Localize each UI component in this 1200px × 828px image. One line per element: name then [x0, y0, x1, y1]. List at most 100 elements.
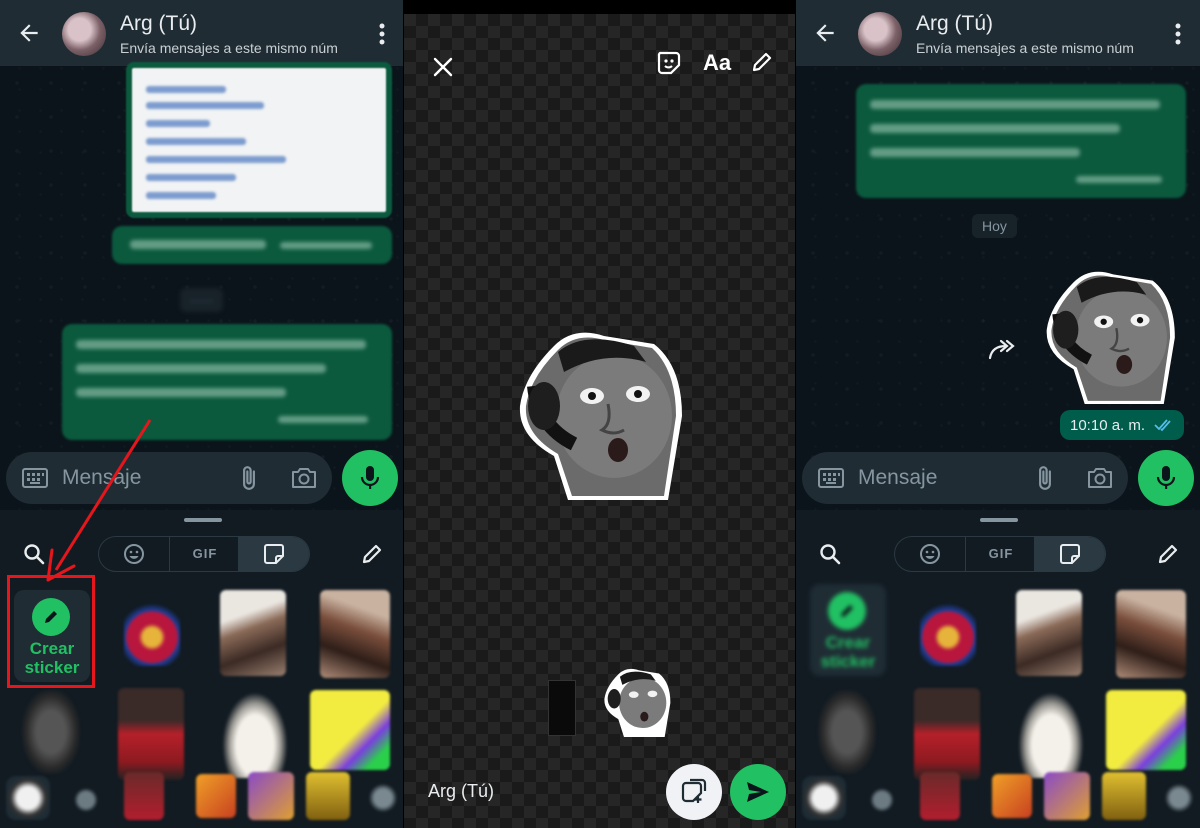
- sticker-cat[interactable]: [818, 690, 876, 774]
- sticker-icon: [264, 544, 284, 564]
- tab-emoji[interactable]: [99, 537, 169, 571]
- text-tool[interactable]: Aa: [703, 50, 731, 76]
- thumbnail-original[interactable]: [548, 680, 576, 736]
- search-icon[interactable]: [22, 542, 46, 566]
- camera-icon[interactable]: [1086, 466, 1114, 490]
- create-sticker-label: sticker: [820, 652, 876, 671]
- contact-name[interactable]: Arg (Tú): [916, 12, 993, 36]
- search-icon[interactable]: [818, 542, 842, 566]
- tab-gif[interactable]: GIF: [965, 537, 1035, 571]
- chat-area[interactable]: ·····: [0, 62, 404, 510]
- sticker-recent[interactable]: [802, 776, 846, 820]
- sticker-pack[interactable]: [1102, 772, 1146, 820]
- sticker-person[interactable]: [118, 688, 184, 780]
- emoji-icon: [124, 544, 144, 564]
- sticker-pack[interactable]: [1044, 772, 1090, 820]
- avatar[interactable]: [858, 12, 902, 56]
- sticker-pack[interactable]: [1164, 782, 1194, 814]
- pencil-icon[interactable]: [750, 50, 774, 74]
- sticker-star[interactable]: [72, 786, 100, 814]
- message-input[interactable]: Mensaje: [62, 466, 141, 490]
- paperclip-icon[interactable]: [1032, 465, 1058, 491]
- message-input[interactable]: Mensaje: [858, 466, 937, 490]
- add-sticker-button[interactable]: [666, 764, 722, 820]
- sticker-photo[interactable]: [1116, 590, 1186, 678]
- sticker-photo[interactable]: [320, 590, 390, 678]
- send-button[interactable]: [730, 764, 786, 820]
- sticker-mug[interactable]: [1018, 692, 1084, 778]
- sticker-pack[interactable]: [920, 772, 960, 820]
- tab-emoji[interactable]: [895, 537, 965, 571]
- back-arrow-icon[interactable]: [16, 20, 42, 46]
- chat-area[interactable]: Hoy 10:10 a. m.: [796, 66, 1200, 510]
- microphone-button[interactable]: [342, 450, 398, 506]
- sticker-icon[interactable]: [656, 50, 682, 76]
- contact-subtitle: Envía mensajes a este mismo núm: [916, 40, 1134, 56]
- sticker-note[interactable]: [310, 690, 390, 770]
- sticker-icon: [1060, 544, 1080, 564]
- gif-label: GIF: [192, 546, 218, 561]
- sticker-pack[interactable]: [368, 782, 398, 814]
- sticker-star[interactable]: [868, 786, 896, 814]
- gif-label: GIF: [988, 546, 1014, 561]
- sticker-recent[interactable]: [6, 776, 50, 820]
- sticker-pack[interactable]: [992, 774, 1032, 818]
- tray-tabs: GIF: [894, 536, 1106, 572]
- thumbnail-sticker[interactable]: [602, 666, 672, 738]
- image-message[interactable]: [126, 62, 392, 218]
- avatar[interactable]: [62, 12, 106, 56]
- message-time-chip: 10:10 a. m.: [1060, 410, 1184, 440]
- highlight-box: [7, 575, 95, 688]
- sticker-person[interactable]: [914, 688, 980, 780]
- forward-icon[interactable]: [988, 338, 1018, 360]
- drag-handle[interactable]: [184, 518, 222, 522]
- day-separator-blurred: ·····: [180, 288, 224, 312]
- chat-panel-left: Arg (Tú) Envía mensajes a este mismo núm…: [0, 0, 404, 828]
- message-bubble-blurred[interactable]: [62, 324, 392, 440]
- sticker-pack[interactable]: [124, 772, 164, 820]
- day-separator: Hoy: [972, 214, 1017, 238]
- microphone-icon: [360, 466, 380, 489]
- close-icon[interactable]: [432, 56, 454, 78]
- camera-icon[interactable]: [290, 466, 318, 490]
- tab-stickers[interactable]: [239, 537, 309, 571]
- pencil-icon[interactable]: [1156, 542, 1180, 566]
- sticker-pack[interactable]: [196, 774, 236, 818]
- sticker-note[interactable]: [1106, 690, 1186, 770]
- chat-header: Arg (Tú) Envía mensajes a este mismo núm: [796, 0, 1200, 66]
- create-sticker-button[interactable]: Crear sticker: [810, 584, 886, 676]
- kebab-menu-icon[interactable]: [378, 22, 386, 46]
- tab-stickers[interactable]: [1035, 537, 1105, 571]
- sticker-editor-panel: Aa Arg (Tú): [404, 0, 796, 828]
- sticker-mug[interactable]: [222, 692, 288, 778]
- sticker-photo[interactable]: [1016, 590, 1082, 676]
- drag-handle[interactable]: [980, 518, 1018, 522]
- sticker-photo[interactable]: [220, 590, 286, 676]
- contact-name[interactable]: Arg (Tú): [120, 12, 197, 36]
- kebab-menu-icon[interactable]: [1174, 22, 1182, 46]
- sticker-cat[interactable]: [22, 690, 80, 774]
- tab-gif[interactable]: GIF: [169, 537, 239, 571]
- emoji-icon: [920, 544, 940, 564]
- sticker-crest[interactable]: [920, 602, 976, 666]
- contact-subtitle: Envía mensajes a este mismo núm: [120, 40, 338, 56]
- message-time: 10:10 a. m.: [1070, 417, 1146, 434]
- keyboard-icon[interactable]: [818, 468, 844, 488]
- tray-tabs: GIF: [98, 536, 310, 572]
- sticker-pack[interactable]: [306, 772, 350, 820]
- send-icon: [747, 782, 769, 802]
- sticker-crest[interactable]: [124, 602, 180, 666]
- back-arrow-icon[interactable]: [812, 20, 838, 46]
- paperclip-icon[interactable]: [236, 465, 262, 491]
- microphone-button[interactable]: [1138, 450, 1194, 506]
- keyboard-icon[interactable]: [22, 468, 48, 488]
- message-input-bar[interactable]: Mensaje: [802, 452, 1128, 504]
- sent-sticker[interactable]: [1042, 266, 1178, 406]
- sticker-pack[interactable]: [248, 772, 294, 820]
- message-bubble-blurred[interactable]: [112, 226, 392, 264]
- message-bubble-blurred[interactable]: [856, 84, 1186, 198]
- chat-header: Arg (Tú) Envía mensajes a este mismo núm: [0, 0, 404, 66]
- message-input-bar[interactable]: Mensaje: [6, 452, 332, 504]
- pencil-icon[interactable]: [360, 542, 384, 566]
- sticker-face-preview[interactable]: [514, 326, 686, 502]
